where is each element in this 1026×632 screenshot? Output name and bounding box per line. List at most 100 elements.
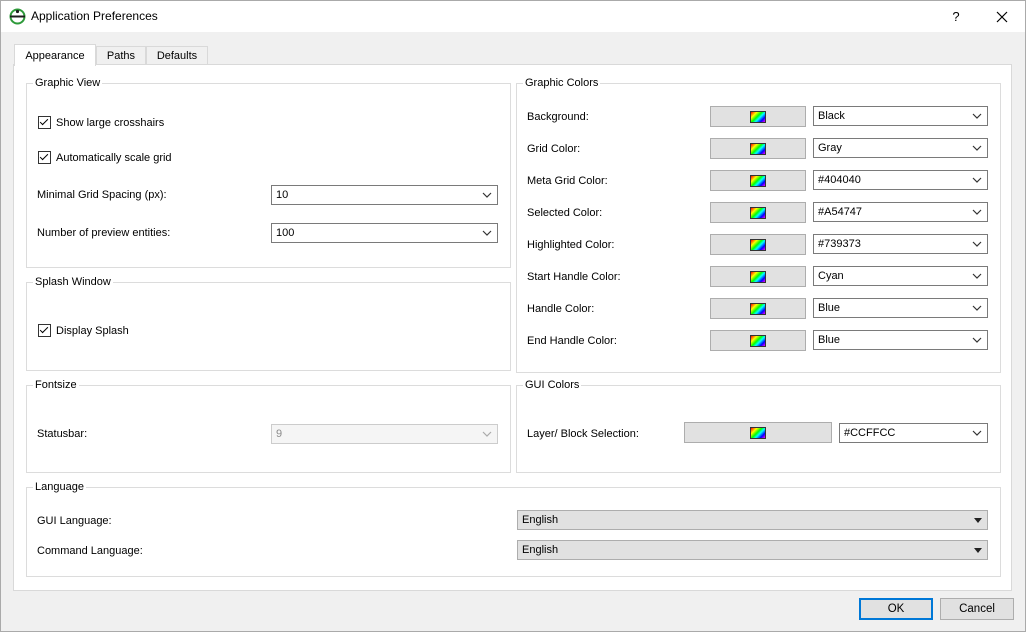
meta-grid-color-button[interactable] (710, 170, 806, 191)
chevron-down-icon (972, 113, 982, 119)
handle-color-button[interactable] (710, 298, 806, 319)
combo-value: Blue (818, 302, 841, 314)
statusbar-label: Statusbar: (37, 428, 88, 440)
color-palette-icon (750, 142, 766, 155)
selected-color-label: Selected Color: (527, 207, 603, 219)
checkbox-label: Show large crosshairs (56, 116, 165, 129)
window-title: Application Preferences (31, 9, 158, 23)
chevron-down-icon (482, 230, 492, 236)
tab-defaults[interactable]: Defaults (146, 46, 208, 65)
title-bar: Application Preferences ? (1, 1, 1025, 32)
color-palette-icon (750, 174, 766, 187)
combo-value: Cyan (818, 270, 844, 282)
group-title: Language (33, 481, 86, 494)
color-palette-icon (750, 334, 766, 347)
statusbar-fontsize-combo[interactable]: 9 (271, 424, 498, 444)
gui-language-label: GUI Language: (37, 515, 112, 527)
checkbox-check-icon (38, 324, 51, 337)
gui-colors-group: GUI Colors Layer/ Block Selection: #CCFF… (516, 379, 1001, 473)
help-button[interactable]: ? (933, 1, 979, 32)
combo-value: 10 (276, 189, 289, 201)
splash-window-group: Splash Window Display Splash (26, 276, 511, 371)
group-title: Graphic Colors (523, 77, 601, 90)
color-palette-icon (750, 426, 766, 439)
chevron-down-icon (482, 431, 492, 437)
checkbox-label: Automatically scale grid (56, 151, 172, 164)
grid-color-button[interactable] (710, 138, 806, 159)
end-handle-color-combo[interactable]: Blue (813, 330, 988, 350)
graphic-colors-group: Graphic Colors Background: Black Grid Co… (516, 77, 1001, 373)
group-title: Fontsize (33, 379, 79, 392)
selected-color-button[interactable] (710, 202, 806, 223)
auto-scale-grid-checkbox[interactable]: Automatically scale grid (38, 151, 172, 164)
preferences-window: Application Preferences ? Appearance Pat… (0, 0, 1026, 632)
checkbox-check-icon (38, 116, 51, 129)
close-icon (996, 11, 1008, 22)
fontsize-group: Fontsize Statusbar: 9 (26, 379, 511, 473)
command-language-select[interactable]: English (517, 540, 988, 560)
background-color-button[interactable] (710, 106, 806, 127)
meta-grid-color-label: Meta Grid Color: (527, 175, 608, 187)
group-title: Graphic View (33, 77, 103, 90)
combo-value: #A54747 (818, 206, 863, 218)
combo-value: Gray (818, 142, 842, 154)
command-language-label: Command Language: (37, 545, 143, 557)
ok-button[interactable]: OK (859, 598, 933, 620)
highlighted-color-button[interactable] (710, 234, 806, 255)
start-handle-color-combo[interactable]: Cyan (813, 266, 988, 286)
start-handle-color-label: Start Handle Color: (527, 271, 621, 283)
chevron-down-icon (972, 305, 982, 311)
cancel-button[interactable]: Cancel (940, 598, 1014, 620)
preview-entities-label: Number of preview entities: (37, 227, 171, 239)
chevron-down-icon (972, 337, 982, 343)
start-handle-color-button[interactable] (710, 266, 806, 287)
handle-color-combo[interactable]: Blue (813, 298, 988, 318)
grid-color-combo[interactable]: Gray (813, 138, 988, 158)
app-logo-icon (9, 8, 26, 25)
chevron-down-icon (972, 430, 982, 436)
dropdown-arrow-icon (974, 548, 982, 553)
combo-value: Black (818, 110, 845, 122)
tab-paths[interactable]: Paths (96, 46, 146, 65)
graphic-view-group: Graphic View Show large crosshairs Autom… (26, 77, 511, 268)
checkbox-check-icon (38, 151, 51, 164)
display-splash-checkbox[interactable]: Display Splash (38, 324, 129, 337)
show-crosshairs-checkbox[interactable]: Show large crosshairs (38, 116, 164, 129)
combo-value: English (522, 514, 559, 526)
combo-value: #739373 (818, 238, 861, 250)
close-button[interactable] (979, 1, 1025, 32)
layer-block-selection-label: Layer/ Block Selection: (527, 428, 639, 440)
chevron-down-icon (972, 273, 982, 279)
color-palette-icon (750, 206, 766, 219)
group-title: GUI Colors (523, 379, 582, 392)
min-grid-spacing-label: Minimal Grid Spacing (px): (37, 189, 167, 201)
tab-appearance[interactable]: Appearance (14, 44, 96, 66)
color-palette-icon (750, 270, 766, 283)
combo-value: 100 (276, 227, 295, 239)
highlighted-color-combo[interactable]: #739373 (813, 234, 988, 254)
language-group: Language GUI Language: English Command L… (26, 481, 1001, 577)
combo-value: #404040 (818, 174, 861, 186)
appearance-panel: Graphic View Show large crosshairs Autom… (13, 64, 1012, 591)
background-color-combo[interactable]: Black (813, 106, 988, 126)
chevron-down-icon (972, 241, 982, 247)
chevron-down-icon (972, 177, 982, 183)
end-handle-color-label: End Handle Color: (527, 335, 617, 347)
layer-block-selection-combo[interactable]: #CCFFCC (839, 423, 988, 443)
layer-block-selection-color-button[interactable] (684, 422, 832, 443)
handle-color-label: Handle Color: (527, 303, 595, 315)
meta-grid-color-combo[interactable]: #404040 (813, 170, 988, 190)
min-grid-spacing-combo[interactable]: 10 (271, 185, 498, 205)
color-palette-icon (750, 110, 766, 123)
selected-color-combo[interactable]: #A54747 (813, 202, 988, 222)
combo-value: 9 (276, 428, 283, 440)
color-palette-icon (750, 302, 766, 315)
end-handle-color-button[interactable] (710, 330, 806, 351)
preview-entities-combo[interactable]: 100 (271, 223, 498, 243)
chevron-down-icon (972, 145, 982, 151)
dropdown-arrow-icon (974, 518, 982, 523)
gui-language-select[interactable]: English (517, 510, 988, 530)
combo-value: English (522, 544, 559, 556)
checkbox-label: Display Splash (56, 324, 129, 337)
combo-value: Blue (818, 334, 841, 346)
